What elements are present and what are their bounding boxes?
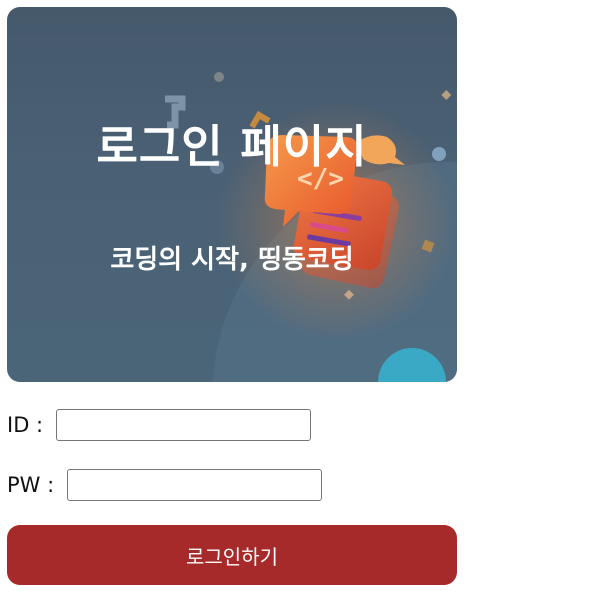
hero-banner: </> 로그인 페이지 코딩의 시작, 띵동코딩 [7,7,457,382]
login-page: </> 로그인 페이지 코딩의 시작, 띵동코딩 ID : PW : 로그인하기 [0,0,608,611]
pw-label: PW : [7,473,61,497]
page-subtitle: 코딩의 시작, 띵동코딩 [110,245,354,275]
login-button[interactable]: 로그인하기 [7,525,457,585]
id-input[interactable] [55,409,311,441]
id-field-row: ID : [7,408,311,442]
page-title: 로그인 페이지 [96,120,368,173]
code-chat-illustration: </> [165,72,457,382]
pw-field-row: PW : [7,468,322,502]
pw-input[interactable] [66,469,322,501]
id-label: ID : [7,413,50,437]
